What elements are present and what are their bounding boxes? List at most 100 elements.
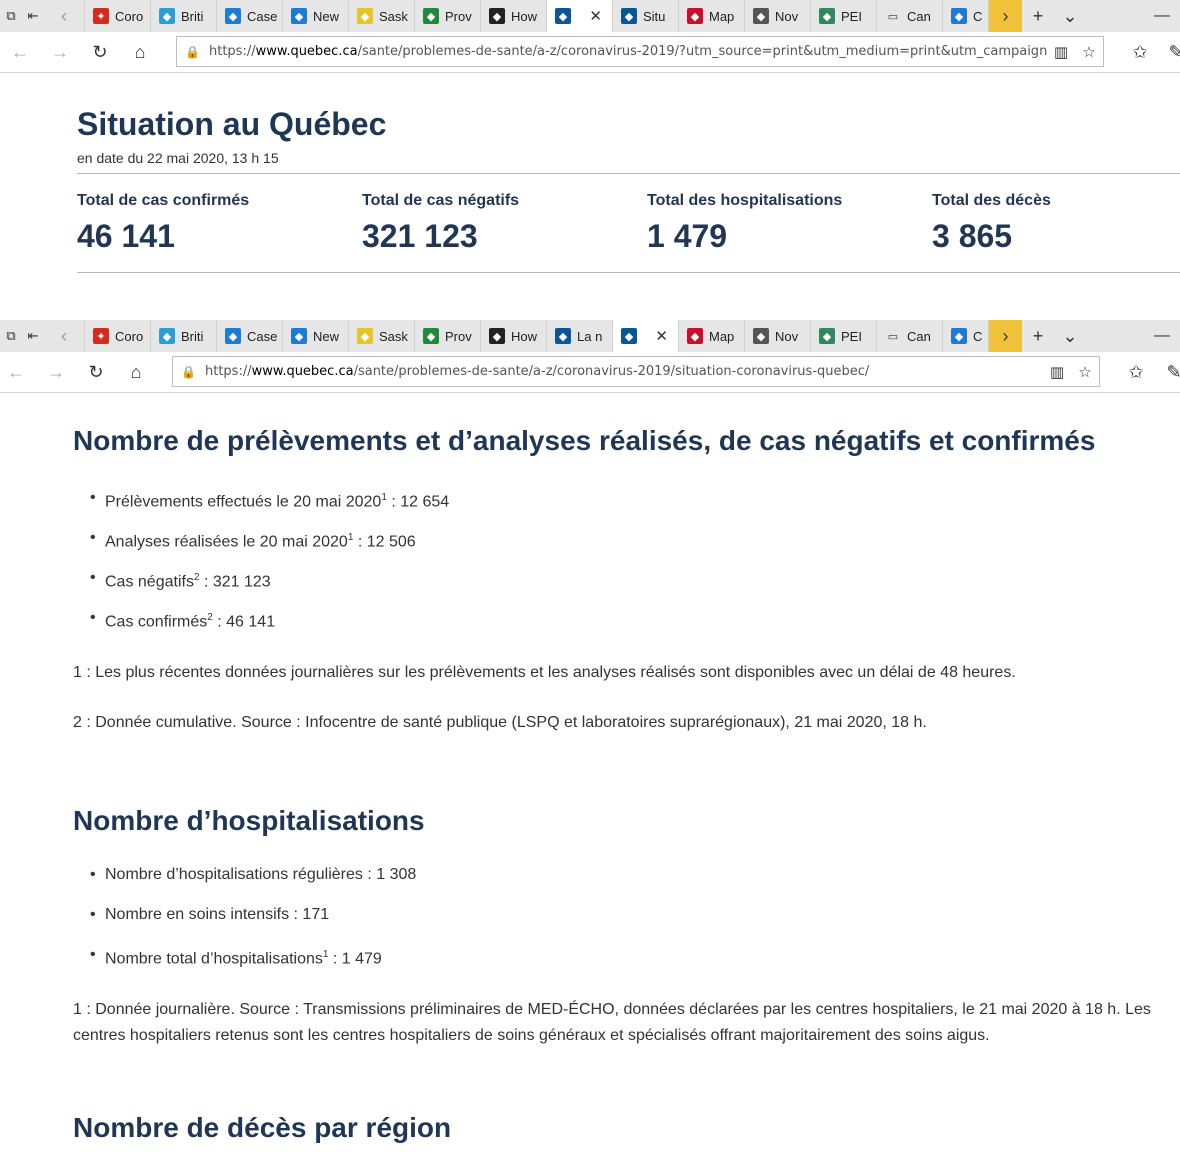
browser-tab[interactable]: ◆ ✕ xyxy=(613,320,679,352)
tab-actions-icon[interactable]: ⧉ xyxy=(0,320,22,352)
section-heading-deaths: Nombre de décès par région xyxy=(73,1112,452,1144)
browser-tab[interactable]: ✦ Coro xyxy=(85,0,151,32)
browser-tab[interactable]: ▭ Can xyxy=(877,320,943,352)
quebec-icon: ◆ xyxy=(555,8,571,24)
stat-negative: Total de cas négatifs 321 123 xyxy=(362,192,519,255)
browser-tab[interactable]: ✦ Coro xyxy=(85,320,151,352)
browser-tab[interactable]: ◆ Sask xyxy=(349,320,415,352)
refresh-icon[interactable]: ↻ xyxy=(80,352,112,392)
scroll-tabs-left-icon[interactable]: ‹ xyxy=(44,320,85,352)
tab-label: Nov xyxy=(775,8,799,24)
stat-deaths: Total des décès 3 865 xyxy=(932,192,1051,255)
list-item: Prélèvements effectués le 20 mai 20201 :… xyxy=(73,486,1173,526)
pei-icon: ◆ xyxy=(819,8,835,24)
browser-window-bottom: ⧉ ⇤ ‹ ✦ Coro ◆ Briti ◆ Case ◆ New ◆ Sask ◆ Prov ◆ How… xyxy=(0,320,1180,1152)
tab-actions-icon[interactable]: ⧉ xyxy=(0,0,22,32)
url-text: https://www.quebec.ca/sante/problemes-de… xyxy=(205,364,870,379)
url-text: https://www.quebec.ca/sante/problemes-de… xyxy=(209,44,1047,59)
ns-icon: ◆ xyxy=(753,328,769,344)
browser-tab[interactable]: ◆ Prov xyxy=(415,320,481,352)
favorites-list-icon[interactable]: ✩ xyxy=(1120,352,1152,392)
refresh-icon[interactable]: ↻ xyxy=(84,32,116,72)
list-item: Nombre en soins intensifs : 171 xyxy=(73,903,1173,943)
home-icon[interactable]: ⌂ xyxy=(124,32,156,72)
browser-tab[interactable]: ◆ Sask xyxy=(349,0,415,32)
tab-bar: ⧉ ⇤ ‹ ✦ Coro ◆ Briti ◆ Case ◆ New ◆ Sask ◆ Prov ◆ How… xyxy=(0,320,1180,352)
close-tab-icon[interactable]: ✕ xyxy=(589,7,602,25)
favorites-list-icon[interactable]: ✩ xyxy=(1124,32,1156,72)
browser-tab[interactable]: ◆ How xyxy=(481,320,547,352)
new-tab-icon[interactable]: + xyxy=(1022,0,1054,32)
reading-view-icon[interactable]: ▥ xyxy=(1047,43,1075,61)
set-aside-tabs-icon[interactable]: ⇤ xyxy=(22,320,44,352)
url-field[interactable]: 🔒 https://www.quebec.ca/sante/problemes-… xyxy=(172,356,1100,387)
favorite-star-icon[interactable]: ☆ xyxy=(1075,43,1103,61)
maple-leaf-icon: ✦ xyxy=(93,8,109,24)
minimize-icon[interactable]: — xyxy=(1154,0,1170,32)
browser-tab[interactable]: ◆ Prov xyxy=(415,0,481,32)
home-icon[interactable]: ⌂ xyxy=(120,352,152,392)
browser-tab[interactable]: ◆ How xyxy=(481,0,547,32)
tab-label: Can xyxy=(907,8,931,24)
scroll-tabs-left-icon[interactable]: ‹ xyxy=(44,0,85,32)
browser-tab[interactable]: ▭ Can xyxy=(877,0,943,32)
browser-tab[interactable]: ◆ Nov xyxy=(745,0,811,32)
browser-tab[interactable]: ◆ C xyxy=(943,320,989,352)
browser-window-top: ⧉ ⇤ ‹ ✦ Coro ◆ Briti ◆ Case ◆ New ◆ Sask ◆ Prov ◆ How… xyxy=(0,0,1180,318)
new-tab-icon[interactable]: + xyxy=(1022,320,1054,352)
browser-tab[interactable]: ◆ C xyxy=(943,0,989,32)
forward-icon[interactable]: → xyxy=(44,32,76,72)
browser-tab[interactable]: ◆ La n xyxy=(547,320,613,352)
back-icon[interactable]: ← xyxy=(4,32,36,72)
window-icon: ▭ xyxy=(887,330,899,343)
browser-tab[interactable]: ◆ PEI xyxy=(811,0,877,32)
tab-list-chevron-icon[interactable]: ⌄ xyxy=(1054,320,1086,352)
browser-tab[interactable]: ◆ Nov xyxy=(745,320,811,352)
favorite-star-icon[interactable]: ☆ xyxy=(1071,363,1099,381)
bc-icon: ◆ xyxy=(159,328,175,344)
reading-view-icon[interactable]: ▥ xyxy=(1043,363,1071,381)
browser-tab[interactable]: ◆ Briti xyxy=(151,320,217,352)
browser-tab[interactable]: ◆ Case xyxy=(217,320,283,352)
minimize-icon[interactable]: — xyxy=(1154,320,1170,352)
scroll-tabs-right-icon[interactable]: › xyxy=(989,320,1022,352)
tab-label: Briti xyxy=(181,8,204,24)
stat-value: 321 123 xyxy=(362,218,478,254)
set-aside-tabs-icon[interactable]: ⇤ xyxy=(22,0,44,32)
pen-icon[interactable]: ✎ xyxy=(1158,352,1180,392)
back-icon[interactable]: ← xyxy=(0,352,32,392)
tab-label: Coro xyxy=(115,328,144,344)
forward-icon[interactable]: → xyxy=(40,352,72,392)
maple-leaf-icon: ✦ xyxy=(93,328,109,344)
browser-tab[interactable]: ◆ Case xyxy=(217,0,283,32)
tab-label: Sask xyxy=(379,8,408,24)
tab-label: PEI xyxy=(841,8,862,24)
list-item: Analyses réalisées le 20 mai 20201 : 12 … xyxy=(73,526,1173,566)
browser-tab[interactable]: ◆ New xyxy=(283,0,349,32)
tab-label: PEI xyxy=(841,328,862,344)
tab-label: Situ xyxy=(643,8,666,24)
browser-tab[interactable]: ◆ Situ xyxy=(613,0,679,32)
browser-tab[interactable]: ◆ ✕ xyxy=(547,0,613,32)
tab-label: Case xyxy=(247,8,278,24)
close-tab-icon[interactable]: ✕ xyxy=(655,327,668,345)
divider xyxy=(77,173,1180,174)
scroll-tabs-right-icon[interactable]: › xyxy=(989,0,1022,32)
browser-tab[interactable]: ◆ Map xyxy=(679,0,745,32)
tab-bar: ⧉ ⇤ ‹ ✦ Coro ◆ Briti ◆ Case ◆ New ◆ Sask ◆ Prov ◆ How… xyxy=(0,0,1180,32)
url-field[interactable]: 🔒 https://www.quebec.ca/sante/problemes-… xyxy=(176,36,1104,67)
browser-tab[interactable]: ◆ Map xyxy=(679,320,745,352)
address-bar-row: ← → ↻ ⌂ 🔒 https://www.quebec.ca/sante/pr… xyxy=(0,352,1180,393)
browser-tab[interactable]: ◆ New xyxy=(283,320,349,352)
tab-label: New xyxy=(313,328,340,344)
pen-icon[interactable]: ✎ xyxy=(1160,32,1180,72)
saskatchewan-icon: ◆ xyxy=(357,8,373,24)
browser-tab[interactable]: ◆ Briti xyxy=(151,0,217,32)
footnote: 2 : Donnée cumulative. Source : Infocent… xyxy=(73,713,927,731)
nb-icon: ◆ xyxy=(687,328,703,344)
tab-list-chevron-icon[interactable]: ⌄ xyxy=(1054,0,1086,32)
alberta-icon: ◆ xyxy=(225,8,241,24)
ns-icon: ◆ xyxy=(753,8,769,24)
browser-tab[interactable]: ◆ PEI xyxy=(811,320,877,352)
nl-icon: ◆ xyxy=(951,8,967,24)
